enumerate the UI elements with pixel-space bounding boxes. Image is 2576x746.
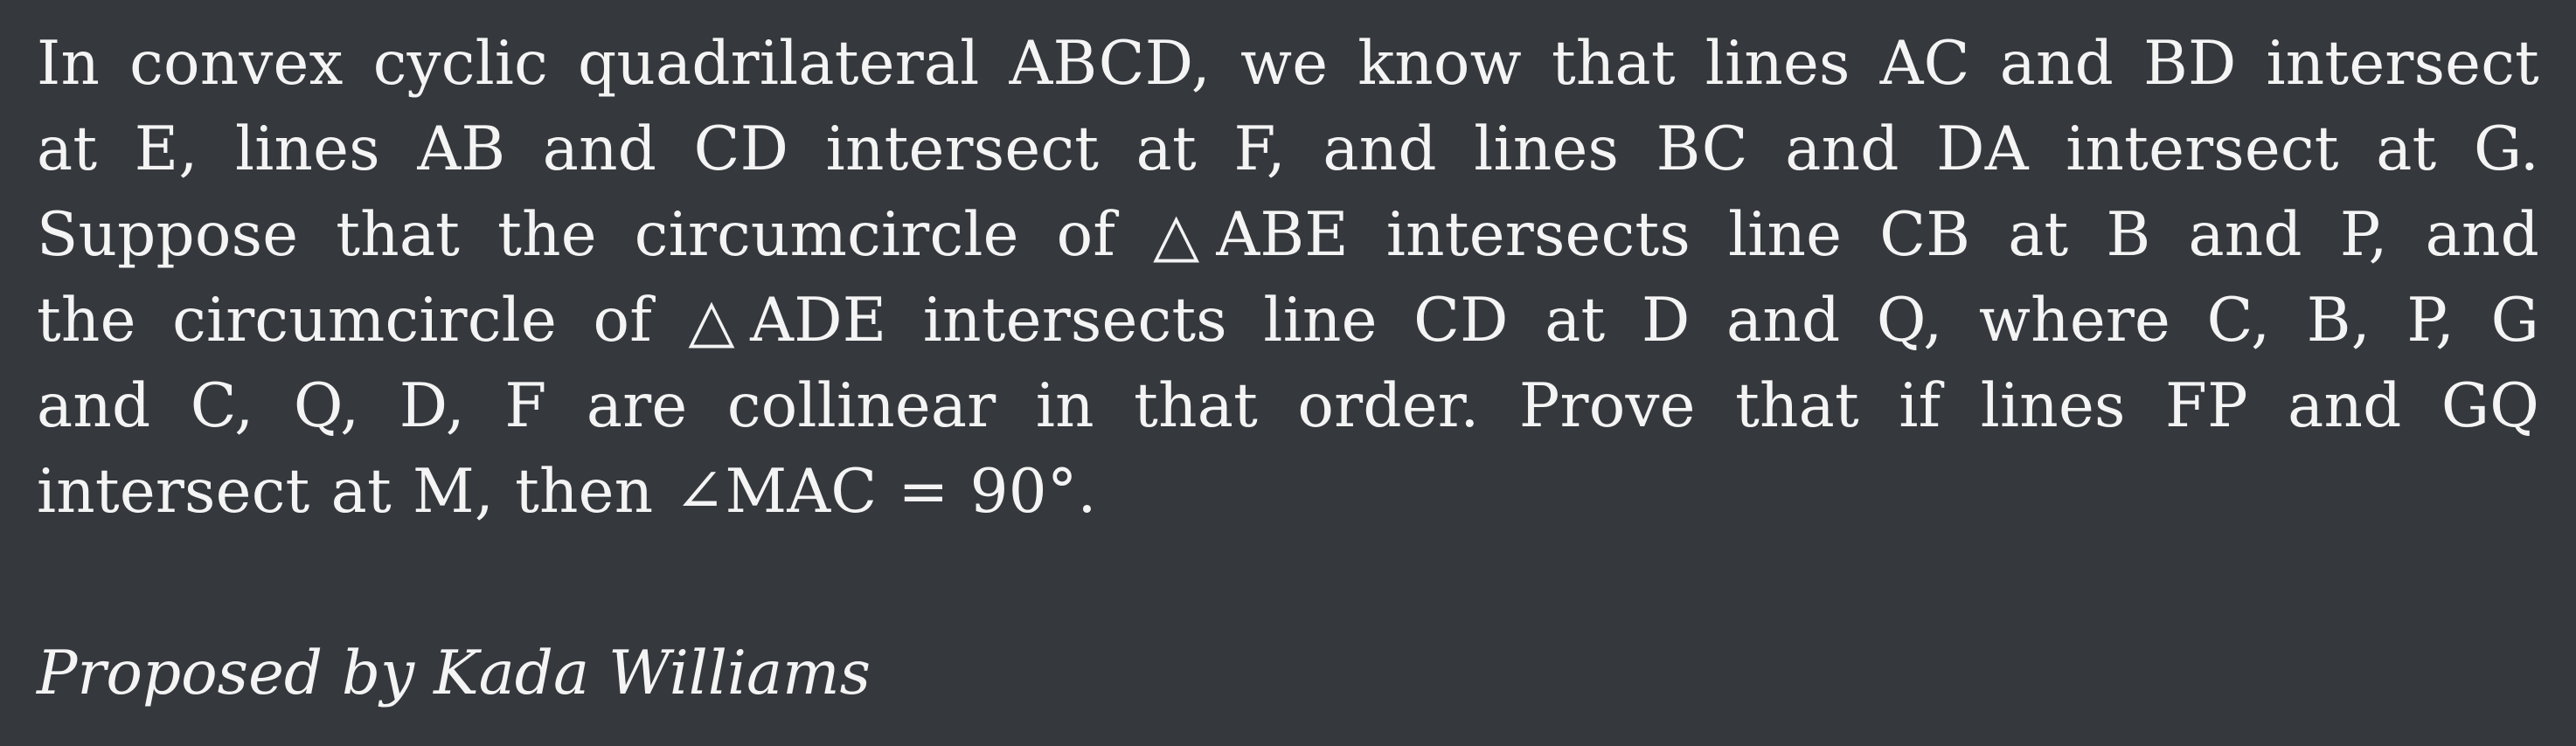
problem-line-2: at E, lines AB and CD intersect at F, an… <box>37 114 2539 184</box>
problem-page: In convex cyclic quadrilateral ABCD, we … <box>0 0 2576 746</box>
author-credit: Proposed by Kada Williams <box>37 639 871 708</box>
problem-line-5: and C, Q, D, F are collinear in that ord… <box>37 371 2539 441</box>
problem-line-4: the circumcircle of △ADE intersects line… <box>37 286 2539 356</box>
problem-statement: In convex cyclic quadrilateral ABCD, we … <box>37 21 2539 535</box>
problem-line-3: Suppose that the circumcircle of △ABE in… <box>37 200 2539 270</box>
problem-line-6: intersect at M, then ∠MAC = 90°. <box>37 457 1097 527</box>
problem-line-1: In convex cyclic quadrilateral ABCD, we … <box>37 29 2539 99</box>
